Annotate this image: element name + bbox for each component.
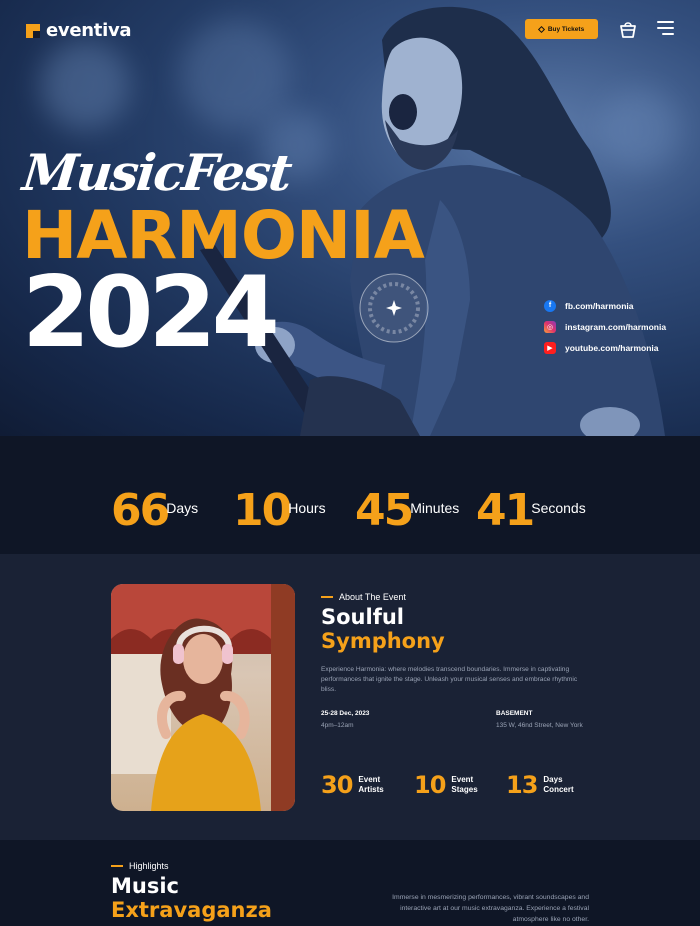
social-link-youtube[interactable]: ▶ youtube.com/harmonia	[544, 337, 666, 358]
social-label: fb.com/harmonia	[565, 300, 634, 311]
youtube-icon: ▶	[544, 341, 556, 354]
countdown-minutes: 45 Minutes	[355, 485, 459, 536]
countdown-value: 41	[476, 485, 535, 536]
stat-label: Event Artists	[358, 775, 384, 794]
stat-artists: 30 Event Artists	[321, 771, 384, 799]
countdown-label: Seconds	[531, 500, 586, 516]
eyebrow-line	[321, 596, 333, 598]
eyebrow-line	[111, 865, 123, 867]
stat-stages: 10 Event Stages	[414, 771, 478, 799]
highlights-eyebrow: Highlights	[111, 861, 169, 871]
countdown-section	[0, 436, 700, 554]
event-venue: BASEMENT	[496, 710, 533, 717]
hamburger-menu-icon[interactable]	[657, 21, 674, 37]
brand-logo[interactable]: eventiva	[26, 20, 132, 41]
brand-name: eventiva	[46, 20, 132, 41]
event-address: 135 W, 46nd Street, New York	[496, 722, 583, 729]
buy-tickets-label: Buy Tickets	[547, 25, 585, 33]
stat-label: Days Concert	[543, 775, 574, 794]
eyebrow-label: Highlights	[129, 861, 169, 871]
countdown-value: 10	[233, 485, 292, 536]
facebook-icon: f	[544, 299, 556, 312]
countdown-label: Minutes	[410, 500, 460, 516]
eyebrow-label: About The Event	[339, 592, 406, 602]
event-date: 25-28 Dec, 2023	[321, 710, 370, 717]
highlights-title-line1: Music	[111, 874, 179, 898]
stat-days: 13 Days Concert	[506, 771, 574, 799]
logo-mark-icon	[26, 23, 40, 38]
social-label: youtube.com/harmonia	[565, 342, 659, 353]
highlights-title-line2: Extravaganza	[111, 898, 272, 922]
social-link-instagram[interactable]: ◎ instagram.com/harmonia	[544, 316, 666, 337]
ticket-diamond-icon	[537, 25, 545, 33]
countdown-hours: 10 Hours	[233, 485, 326, 536]
countdown-label: Days	[166, 500, 199, 516]
highlights-section	[0, 840, 700, 926]
about-eyebrow: About The Event	[321, 592, 406, 602]
social-link-facebook[interactable]: f fb.com/harmonia	[544, 295, 666, 316]
rotating-badge-icon	[359, 273, 429, 343]
countdown-days: 66 Days	[111, 485, 198, 536]
instagram-icon: ◎	[544, 320, 556, 333]
buy-tickets-button[interactable]: Buy Tickets	[525, 19, 598, 39]
countdown-value: 66	[111, 485, 170, 536]
countdown-label: Hours	[288, 500, 326, 516]
hero-script-title: MusicFest	[19, 143, 294, 202]
social-links: f fb.com/harmonia ◎ instagram.com/harmon…	[544, 295, 666, 358]
stat-value: 10	[414, 771, 446, 799]
social-label: instagram.com/harmonia	[565, 321, 667, 332]
about-title-line1: Soulful	[321, 605, 404, 629]
event-photo	[111, 584, 295, 811]
basket-icon[interactable]	[619, 19, 637, 39]
hero-year: 2024	[22, 256, 280, 370]
highlights-description: Immerse in mesmerizing performances, vib…	[392, 894, 589, 923]
hero-section: eventiva Buy Tickets MusicFest HARMONIA …	[0, 0, 700, 436]
stat-label: Event Stages	[451, 775, 478, 794]
stat-value: 13	[506, 771, 538, 799]
countdown-seconds: 41 Seconds	[476, 485, 586, 536]
about-description: Experience Harmonia: where melodies tran…	[321, 666, 578, 694]
about-title-line2: Symphony	[321, 629, 445, 653]
stat-value: 30	[321, 771, 353, 799]
countdown-value: 45	[355, 485, 414, 536]
event-time: 4pm–12am	[321, 722, 354, 729]
